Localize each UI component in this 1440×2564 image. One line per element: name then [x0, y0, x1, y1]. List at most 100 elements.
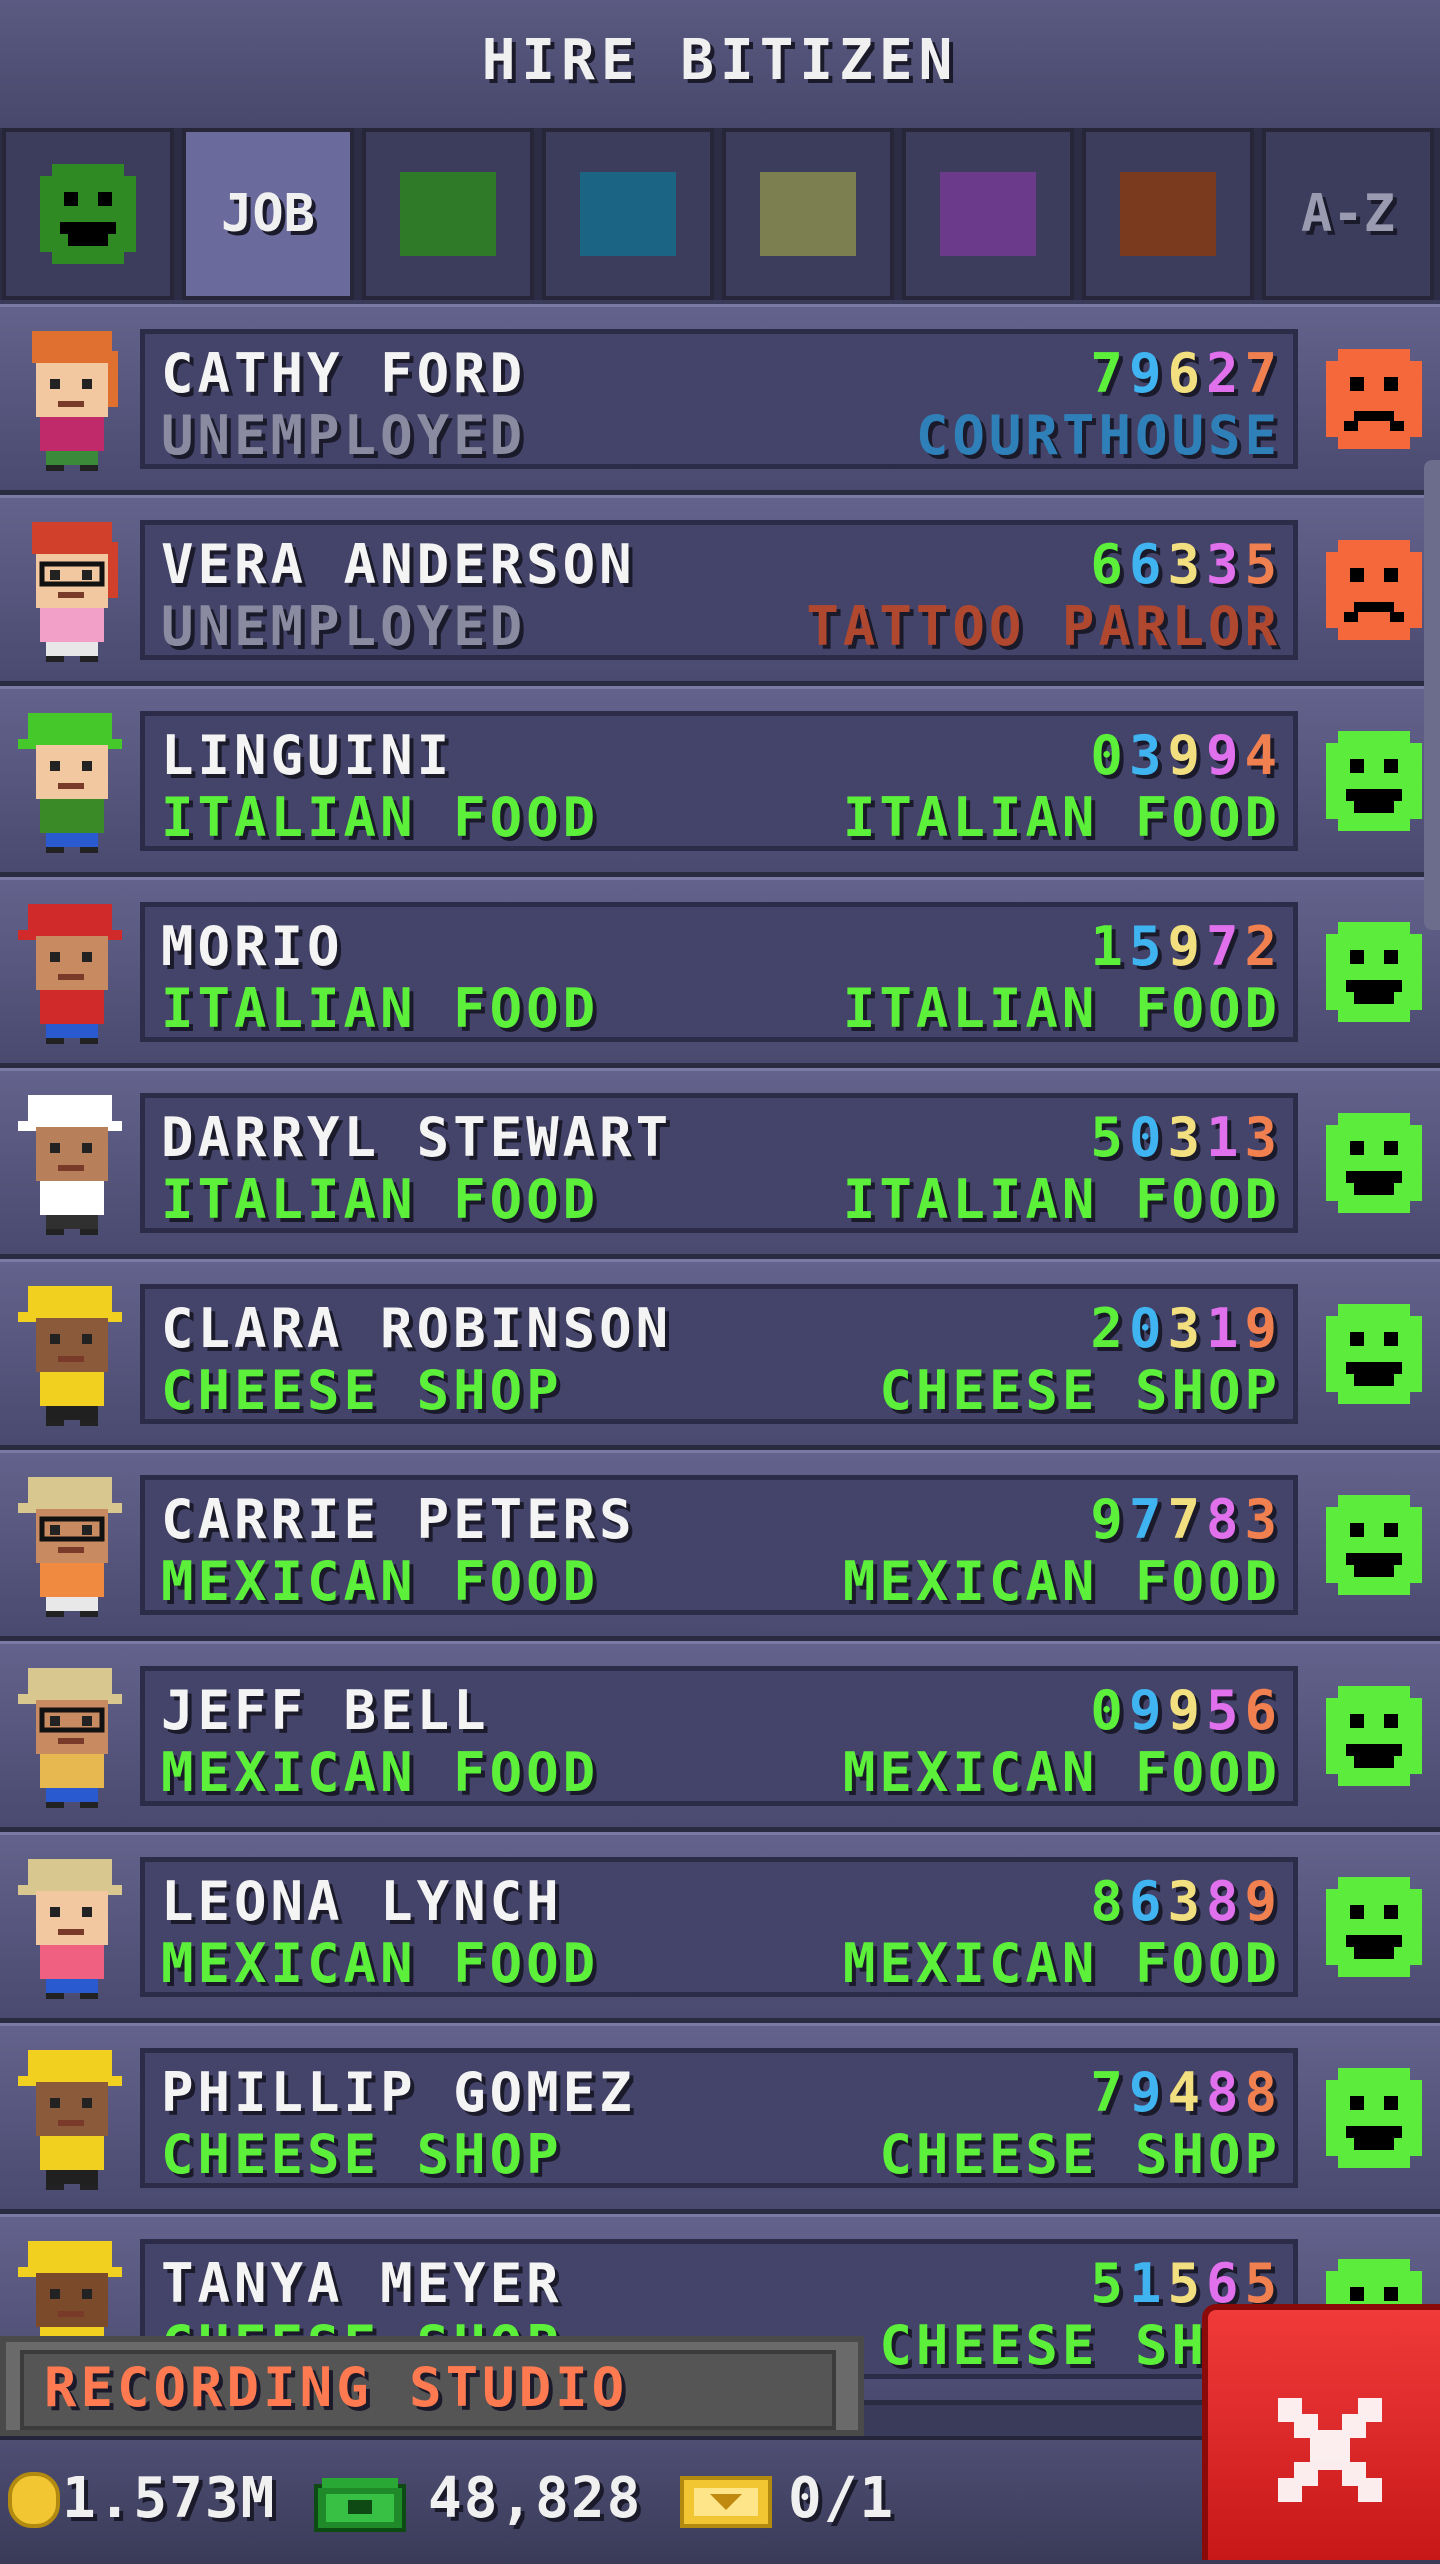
- skill-digit: 8: [1205, 2061, 1245, 2124]
- coin-icon: [8, 2472, 60, 2528]
- skill-digit: 6: [1167, 342, 1206, 405]
- bitizen-avatar-icon: [18, 1095, 122, 1235]
- skill-digit: 8: [1090, 1870, 1129, 1933]
- bitizen-avatar-icon: [32, 522, 118, 662]
- bitizen-card: CARRIE PETERS MEXICAN FOOD 97783 MEXICAN FO…: [140, 1475, 1298, 1615]
- bitizen-avatar-icon: [18, 1286, 122, 1426]
- bitizen-row[interactable]: PHILLIP GOMEZ CHEESE SHOP 79488 CHEESE SHOP: [0, 2023, 1440, 2214]
- close-button[interactable]: [1202, 2304, 1440, 2560]
- bitizen-name: CATHY FORD: [161, 342, 527, 405]
- bitizen-row[interactable]: LEONA LYNCH MEXICAN FOOD 86389 MEXICAN FOOD: [0, 1832, 1440, 2023]
- skill-digit: 4: [1244, 724, 1283, 787]
- skill-digit: 9: [1244, 1297, 1283, 1360]
- happy-face-icon: [40, 164, 136, 264]
- bitizen-card: CLARA ROBINSON CHEESE SHOP 20319 CHEESE SHO…: [140, 1284, 1298, 1424]
- scrollbar[interactable]: [1424, 460, 1440, 930]
- skill-digit: 1: [1128, 2252, 1168, 2315]
- skill-digit: 9: [1128, 1679, 1168, 1742]
- tab-az[interactable]: A-Z: [1262, 128, 1434, 300]
- skill-digit: 7: [1090, 342, 1129, 405]
- bitizen-card: LEONA LYNCH MEXICAN FOOD 86389 MEXICAN FOOD: [140, 1857, 1298, 1997]
- skill-stats: 97783: [1090, 1488, 1283, 1551]
- skill-stats: 03994: [1090, 724, 1283, 787]
- skill-digit: 1: [1090, 915, 1129, 978]
- skill-digit: 1: [1205, 1106, 1245, 1169]
- bitizen-row[interactable]: JEFF BELL MEXICAN FOOD 09956 MEXICAN FOOD: [0, 1641, 1440, 1832]
- dream-job: COURTHOUSE: [915, 404, 1281, 467]
- bitizen-name: DARRYL STEWART: [161, 1106, 673, 1169]
- dream-job: MEXICAN FOOD: [842, 1741, 1281, 1804]
- dream-job: MEXICAN FOOD: [842, 1550, 1281, 1613]
- dream-job: ITALIAN FOOD: [842, 977, 1281, 1040]
- tab-color-2[interactable]: [362, 128, 534, 300]
- happy-face-icon: [1326, 1686, 1422, 1786]
- tab-label: A-Z: [1301, 184, 1395, 244]
- bitizen-avatar-icon: [18, 713, 122, 853]
- building-name: RECORDING STUDIO: [44, 2356, 629, 2419]
- color-swatch: [940, 172, 1036, 256]
- skill-digit: 5: [1167, 2252, 1206, 2315]
- skill-digit: 9: [1128, 342, 1168, 405]
- current-job: ITALIAN FOOD: [161, 977, 600, 1040]
- bitizen-row[interactable]: VERA ANDERSON UNEMPLOYED 66335 TATTOO PARLO…: [0, 495, 1440, 686]
- skill-digit: 3: [1244, 1106, 1283, 1169]
- skill-digit: 9: [1205, 724, 1245, 787]
- tab-color-4[interactable]: [722, 128, 894, 300]
- dream-job: CHEESE SHOP: [879, 2123, 1281, 2186]
- bitizen-row[interactable]: CATHY FORD UNEMPLOYED 79627 COURTHOUSE: [0, 304, 1440, 495]
- tab-label: JOB: [221, 184, 315, 244]
- bitizen-row[interactable]: DARRYL STEWART ITALIAN FOOD 50313 ITALIAN F…: [0, 1068, 1440, 1259]
- building-label-box: RECORDING STUDIO: [20, 2350, 836, 2430]
- skill-stats: 86389: [1090, 1870, 1283, 1933]
- bitizen-row[interactable]: CLARA ROBINSON CHEESE SHOP 20319 CHEESE SHO…: [0, 1259, 1440, 1450]
- skill-digit: 3: [1167, 533, 1206, 596]
- skill-digit: 3: [1128, 724, 1168, 787]
- bitizen-avatar-icon: [32, 331, 118, 471]
- happy-face-icon: [1326, 1877, 1422, 1977]
- skill-digit: 3: [1205, 533, 1245, 596]
- page-title: HIRE BITIZEN: [481, 28, 959, 93]
- title-bar: HIRE BITIZEN: [0, 0, 1440, 132]
- tab-job[interactable]: JOB: [182, 128, 354, 300]
- color-swatch: [580, 172, 676, 256]
- skill-digit: 7: [1244, 342, 1283, 405]
- skill-digit: 8: [1205, 1488, 1245, 1551]
- skill-digit: 5: [1205, 1679, 1245, 1742]
- bitizen-row[interactable]: CARRIE PETERS MEXICAN FOOD 97783 MEXICAN FO…: [0, 1450, 1440, 1641]
- skill-digit: 5: [1128, 915, 1168, 978]
- bitizen-name: TANYA MEYER: [161, 2252, 563, 2315]
- tab-color-5[interactable]: [902, 128, 1074, 300]
- tab-color-3[interactable]: [542, 128, 714, 300]
- skill-digit: 2: [1205, 342, 1245, 405]
- ticket-icon: [680, 2476, 772, 2528]
- dream-job: TATTOO PARLOR: [806, 595, 1281, 658]
- skill-digit: 9: [1090, 1488, 1129, 1551]
- sad-face-icon: [1326, 349, 1422, 449]
- ticket-count: 0/1: [788, 2466, 896, 2531]
- skill-digit: 7: [1167, 1488, 1206, 1551]
- happy-face-icon: [1326, 922, 1422, 1022]
- skill-digit: 5: [1090, 2252, 1129, 2315]
- happy-face-icon: [1326, 1495, 1422, 1595]
- skill-stats: 66335: [1090, 533, 1283, 596]
- bitizen-row[interactable]: MORIO ITALIAN FOOD 15972 ITALIAN FOOD: [0, 877, 1440, 1068]
- tab-mood[interactable]: [2, 128, 174, 300]
- happy-face-icon: [1326, 1113, 1422, 1213]
- skill-digit: 4: [1167, 2061, 1206, 2124]
- skill-digit: 3: [1167, 1297, 1206, 1360]
- bitizen-card: JEFF BELL MEXICAN FOOD 09956 MEXICAN FOOD: [140, 1666, 1298, 1806]
- skill-digit: 5: [1244, 533, 1283, 596]
- skill-stats: 79488: [1090, 2061, 1283, 2124]
- skill-stats: 09956: [1090, 1679, 1283, 1742]
- sad-face-icon: [1326, 540, 1422, 640]
- happy-face-icon: [1326, 1304, 1422, 1404]
- happy-face-icon: [1326, 2068, 1422, 2168]
- current-job: ITALIAN FOOD: [161, 1168, 600, 1231]
- skill-stats: 50313: [1090, 1106, 1283, 1169]
- bitizen-name: VERA ANDERSON: [161, 533, 636, 596]
- dream-job: CHEESE SHOP: [879, 1359, 1281, 1422]
- dream-job: MEXICAN FOOD: [842, 1932, 1281, 1995]
- tab-color-6[interactable]: [1082, 128, 1254, 300]
- skill-digit: 1: [1205, 1297, 1245, 1360]
- bitizen-row[interactable]: LINGUINI ITALIAN FOOD 03994 ITALIAN FOOD: [0, 686, 1440, 877]
